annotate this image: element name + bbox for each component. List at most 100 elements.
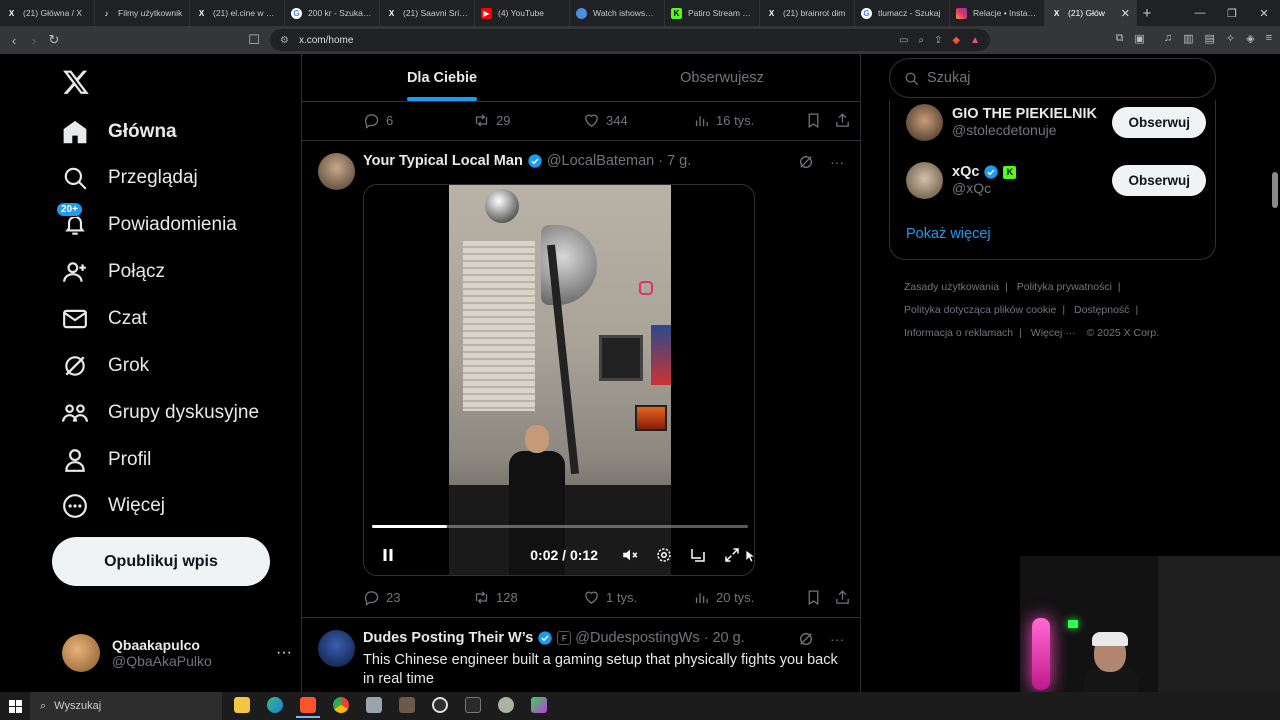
nav-item-explore[interactable]: Przeglądaj bbox=[62, 158, 198, 198]
brave-rewards-icon[interactable]: ▲ bbox=[970, 35, 980, 46]
repost-button[interactable]: 29 bbox=[473, 112, 583, 129]
terms-link[interactable]: Zasady użytkowania bbox=[904, 281, 999, 293]
fullscreen-button[interactable] bbox=[720, 543, 744, 567]
close-tab-icon[interactable]: ✕ bbox=[1121, 7, 1130, 20]
x-logo-icon[interactable] bbox=[62, 68, 90, 96]
nav-item-notifications[interactable]: 20+ Powiadomienia bbox=[56, 202, 237, 245]
account-switcher[interactable]: Qbaakapulco @QbaAkaPulko ··· bbox=[62, 632, 292, 674]
leo-icon[interactable]: ✧ bbox=[1226, 32, 1235, 45]
screenshot-icon[interactable]: ▣ bbox=[1134, 32, 1144, 45]
author-handle[interactable]: @LocalBateman bbox=[547, 153, 654, 169]
nav-item-chat[interactable]: Czat bbox=[62, 299, 147, 339]
follow-suggestion[interactable]: GIO THE PIEKIELNIK @stolecdetonuje Obser… bbox=[906, 100, 1206, 144]
browser-tab[interactable]: G 200 kr - Szukaj w bbox=[285, 0, 380, 26]
browser-tab[interactable]: Relacje • Instagra bbox=[950, 0, 1045, 26]
site-settings-icon[interactable]: ⚙ bbox=[280, 35, 289, 46]
bookmark-icon[interactable] bbox=[805, 112, 822, 129]
browser-tab-active[interactable]: X (21) Głów ✕ bbox=[1045, 0, 1137, 26]
nav-item-profile[interactable]: Profil bbox=[62, 440, 151, 480]
post-button[interactable]: Opublikuj wpis bbox=[52, 537, 270, 586]
app-icon[interactable] bbox=[395, 694, 419, 718]
video-player[interactable]: 0:02 / 0:12 bbox=[363, 184, 755, 576]
tab-for-you[interactable]: Dla Ciebie bbox=[302, 54, 582, 101]
tweet-time[interactable]: 20 g. bbox=[712, 630, 744, 646]
browser-tab[interactable]: Gtlumacz - Szukaj bbox=[855, 0, 950, 26]
brave-icon[interactable] bbox=[296, 694, 320, 718]
close-icon[interactable]: ✕ bbox=[1248, 0, 1280, 26]
reply-button[interactable]: 23 bbox=[363, 589, 473, 606]
mute-button[interactable] bbox=[618, 543, 642, 567]
settings-button[interactable] bbox=[652, 543, 676, 567]
grok-icon[interactable] bbox=[798, 631, 814, 647]
app-icon[interactable] bbox=[527, 694, 551, 718]
share-icon[interactable] bbox=[834, 589, 851, 606]
forward-icon[interactable]: › bbox=[24, 33, 44, 48]
reply-button[interactable]: 6 bbox=[363, 112, 473, 129]
taskbar-search[interactable]: ⌕ Wyszukaj bbox=[30, 692, 222, 720]
avatar[interactable] bbox=[318, 153, 355, 190]
more-dots-icon[interactable]: ··· bbox=[830, 631, 844, 647]
sidebar-icon[interactable]: ▥ bbox=[1183, 32, 1193, 45]
accessibility-link[interactable]: Dostępność bbox=[1074, 304, 1129, 316]
grok-icon[interactable] bbox=[798, 154, 814, 170]
menu-icon[interactable]: ≡ bbox=[1266, 32, 1272, 45]
scrollbar-thumb[interactable] bbox=[1272, 172, 1278, 208]
nav-item-connect[interactable]: Połącz bbox=[62, 252, 165, 292]
new-tab-button[interactable]: + bbox=[1137, 5, 1157, 22]
more-dots-icon[interactable]: ··· bbox=[276, 644, 292, 662]
epic-games-icon[interactable] bbox=[461, 694, 485, 718]
app-icon[interactable] bbox=[494, 694, 518, 718]
search-box[interactable] bbox=[889, 58, 1216, 98]
cookie-policy-link[interactable]: Polityka dotycząca plików cookie bbox=[904, 304, 1056, 316]
tweet-time[interactable]: 7 g. bbox=[667, 153, 691, 169]
vpn-icon[interactable]: ◈ bbox=[1246, 32, 1254, 45]
zoom-icon[interactable]: ⌕ bbox=[918, 35, 924, 46]
share-icon[interactable] bbox=[834, 112, 851, 129]
bookmark-icon[interactable]: ☐ bbox=[244, 32, 264, 48]
chrome-icon[interactable] bbox=[329, 694, 353, 718]
pause-button[interactable] bbox=[376, 543, 400, 567]
author-name[interactable]: Dudes Posting Their W’s bbox=[363, 630, 533, 646]
obs-icon[interactable] bbox=[428, 694, 452, 718]
app-icon[interactable] bbox=[362, 694, 386, 718]
nav-item-grok[interactable]: Grok bbox=[62, 346, 149, 386]
music-icon[interactable]: ♫ bbox=[1164, 32, 1172, 45]
back-icon[interactable]: ‹ bbox=[4, 33, 24, 48]
author-name[interactable]: Your Typical Local Man bbox=[363, 153, 523, 169]
search-input[interactable] bbox=[927, 70, 1187, 86]
nav-item-home[interactable]: Główna bbox=[62, 112, 177, 152]
browser-tab[interactable]: X (21) el.cine w serw bbox=[190, 0, 285, 26]
address-bar[interactable]: ⚙ x.com/home ▭ ⌕ ⇪ ◆ ▲ bbox=[270, 29, 990, 51]
browser-tab[interactable]: X (21) Główna / X bbox=[0, 0, 95, 26]
author-handle[interactable]: @DudespostingWs bbox=[575, 630, 699, 646]
browser-tab[interactable]: X (21) brainrot dim bbox=[760, 0, 855, 26]
views-button[interactable]: 20 tys. bbox=[693, 589, 803, 606]
bookmark-icon[interactable] bbox=[805, 589, 822, 606]
wallet-icon[interactable]: ▤ bbox=[1204, 32, 1214, 45]
browser-tab[interactable]: ▶ (4) YouTube bbox=[475, 0, 570, 26]
picture-in-picture-button[interactable] bbox=[686, 543, 710, 567]
nav-item-more[interactable]: Więcej bbox=[62, 486, 165, 526]
browser-tab[interactable]: ♪ Filmy użytkownik bbox=[95, 0, 190, 26]
extensions-icon[interactable]: ⧉ bbox=[1116, 32, 1124, 45]
follow-suggestion[interactable]: xQc K @xQc Obserwuj bbox=[906, 158, 1206, 202]
avatar[interactable] bbox=[318, 630, 355, 667]
more-dots-icon[interactable]: ··· bbox=[830, 154, 844, 170]
like-button[interactable]: 1 tys. bbox=[583, 589, 693, 606]
repost-button[interactable]: 128 bbox=[473, 589, 583, 606]
edge-icon[interactable] bbox=[263, 694, 287, 718]
privacy-link[interactable]: Polityka prywatności bbox=[1017, 281, 1112, 293]
views-button[interactable]: 16 tys. bbox=[693, 112, 803, 129]
start-button[interactable] bbox=[0, 692, 30, 720]
nav-item-communities[interactable]: Grupy dyskusyjne bbox=[62, 393, 259, 433]
video-progress-bar[interactable] bbox=[372, 525, 748, 528]
ads-info-link[interactable]: Informacja o reklamach bbox=[904, 327, 1013, 339]
share-icon[interactable]: ⇪ bbox=[934, 35, 942, 46]
follow-button[interactable]: Obserwuj bbox=[1112, 106, 1206, 138]
cast-icon[interactable]: ▭ bbox=[899, 35, 908, 46]
browser-tab[interactable]: K Patiro Stream - W bbox=[665, 0, 760, 26]
like-button[interactable]: 344 bbox=[583, 112, 693, 129]
follow-button[interactable]: Obserwuj bbox=[1112, 164, 1206, 196]
more-link[interactable]: Więcej ··· bbox=[1031, 327, 1076, 339]
file-explorer-icon[interactable] bbox=[230, 694, 254, 718]
